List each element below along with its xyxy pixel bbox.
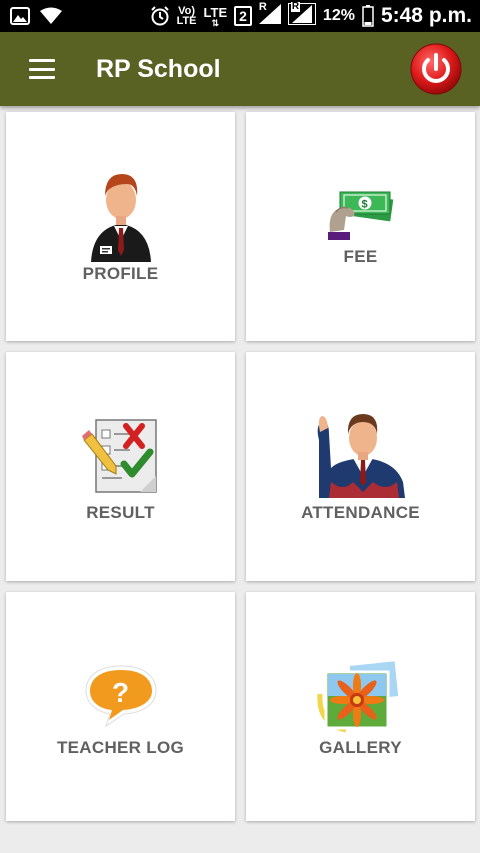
lte-indicator: LTE ⇅ <box>203 4 228 28</box>
tile-label: GALLERY <box>319 738 402 757</box>
app-bar: RP School <box>0 32 480 106</box>
battery-icon <box>362 5 374 27</box>
volte-indicator: Vo) LTE <box>176 5 197 27</box>
tile-result[interactable]: RESULT <box>6 352 235 581</box>
tile-label: FEE <box>343 247 378 266</box>
svg-text:$: $ <box>361 199 367 211</box>
sim-number: 2 <box>234 6 252 26</box>
tile-profile[interactable]: PROFILE <box>6 112 235 341</box>
profile-icon <box>90 174 151 262</box>
result-icon <box>81 419 157 493</box>
battery-percent: 12% <box>322 7 355 24</box>
svg-text:?: ? <box>112 677 129 708</box>
fee-icon: $ <box>327 191 393 240</box>
power-icon[interactable] <box>410 43 462 95</box>
attendance-icon <box>317 414 405 498</box>
tile-gallery[interactable]: GALLERY <box>246 592 475 821</box>
wifi-icon <box>40 7 62 24</box>
tile-teacher-log[interactable]: ? TEACHER LOG <box>6 592 235 821</box>
tile-fee[interactable]: $ FEE <box>246 112 475 341</box>
gallery-icon <box>316 658 402 733</box>
alarm-icon <box>150 6 169 26</box>
clock: 5:48 p.m. <box>380 4 472 27</box>
signal-icon-2: R <box>287 1 316 30</box>
gallery-notification-icon <box>10 7 30 25</box>
signal-icon: R <box>258 1 281 29</box>
app-title: RP School <box>96 54 221 83</box>
status-bar: Vo) LTE LTE ⇅ 2 R R 12% 5:48 p.m. <box>0 0 480 32</box>
tile-label: PROFILE <box>82 264 159 283</box>
tile-label: ATTENDANCE <box>301 503 420 522</box>
tile-label: RESULT <box>86 503 155 522</box>
tile-attendance[interactable]: ATTENDANCE <box>246 352 475 581</box>
menu-icon[interactable] <box>29 59 55 79</box>
tile-label: TEACHER LOG <box>56 738 185 757</box>
teacher-log-icon: ? <box>84 665 157 728</box>
